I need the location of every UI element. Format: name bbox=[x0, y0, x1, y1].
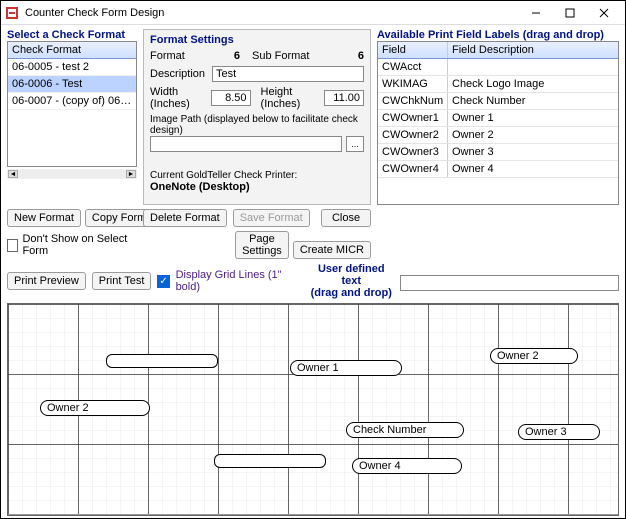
create-micr-button[interactable]: Create MICR bbox=[293, 241, 371, 259]
format-listbox[interactable]: Check Format 06-0005 - test 206-0006 - T… bbox=[7, 41, 137, 167]
dont-show-checkbox[interactable] bbox=[7, 239, 18, 252]
field-cell-name: CWOwner1 bbox=[378, 110, 448, 126]
field-table-row[interactable]: CWOwner2Owner 2 bbox=[378, 127, 618, 144]
titlebar: Counter Check Form Design bbox=[1, 1, 625, 25]
window-title: Counter Check Form Design bbox=[25, 7, 519, 19]
design-owner4[interactable]: Owner 4 bbox=[352, 458, 462, 474]
width-input[interactable] bbox=[211, 90, 251, 106]
printer-value: OneNote (Desktop) bbox=[150, 181, 364, 193]
description-label: Description bbox=[150, 68, 208, 80]
field-cell-name: CWChkNum bbox=[378, 93, 448, 109]
field-cell-desc bbox=[448, 59, 618, 75]
field-header-desc: Field Description bbox=[448, 42, 618, 58]
design-check-number[interactable]: Check Number bbox=[346, 422, 464, 438]
subformat-value: 6 bbox=[313, 50, 364, 62]
right-column: Available Print Field Labels (drag and d… bbox=[377, 29, 619, 205]
design-owner2-b[interactable]: Owner 2 bbox=[40, 400, 150, 416]
app-icon bbox=[5, 6, 19, 20]
available-fields-title: Available Print Field Labels (drag and d… bbox=[377, 29, 619, 41]
mid-column: Format Settings Format 6 Sub Format 6 De… bbox=[143, 29, 371, 205]
field-cell-desc: Owner 3 bbox=[448, 144, 618, 160]
field-cell-desc: Check Number bbox=[448, 93, 618, 109]
format-list-hscroll[interactable]: ◄ ► bbox=[7, 169, 137, 179]
format-label: Format bbox=[150, 50, 196, 62]
field-table-row[interactable]: CWOwner4Owner 4 bbox=[378, 161, 618, 178]
format-settings-title: Format Settings bbox=[150, 34, 364, 46]
lower-toolbar: Print Preview Print Test ✓ Display Grid … bbox=[7, 263, 619, 299]
field-cell-name: CWOwner4 bbox=[378, 161, 448, 177]
scroll-right-icon[interactable]: ► bbox=[126, 170, 136, 178]
field-cell-desc: Owner 4 bbox=[448, 161, 618, 177]
imagepath-input[interactable] bbox=[150, 136, 342, 152]
field-cell-desc: Check Logo Image bbox=[448, 76, 618, 92]
close-form-button[interactable]: Close bbox=[321, 209, 371, 227]
top-panels: Select a Check Format Check Format 06-00… bbox=[7, 29, 619, 205]
design-owner1[interactable]: Owner 1 bbox=[290, 360, 402, 376]
field-table[interactable]: Field Field Description CWAcctWKIMAGChec… bbox=[377, 41, 619, 205]
maximize-button[interactable] bbox=[553, 2, 587, 24]
minimize-button[interactable] bbox=[519, 2, 553, 24]
imagepath-label: Image Path (displayed below to facilitat… bbox=[150, 114, 364, 136]
field-table-row[interactable]: CWAcct bbox=[378, 59, 618, 76]
design-blank-1[interactable] bbox=[106, 354, 218, 368]
field-table-row[interactable]: CWChkNumCheck Number bbox=[378, 93, 618, 110]
close-button[interactable] bbox=[587, 2, 621, 24]
subformat-label: Sub Format bbox=[252, 50, 309, 62]
design-blank-2[interactable] bbox=[214, 454, 326, 468]
format-list-item[interactable]: 06-0006 - Test bbox=[8, 76, 136, 93]
print-preview-button[interactable]: Print Preview bbox=[7, 272, 86, 290]
display-grid-label: Display Grid Lines (1" bold) bbox=[176, 269, 299, 293]
user-defined-text-input[interactable] bbox=[400, 275, 619, 291]
printer-label: Current GoldTeller Check Printer: bbox=[150, 170, 364, 181]
print-test-button[interactable]: Print Test bbox=[92, 272, 152, 290]
height-input[interactable] bbox=[324, 90, 364, 106]
format-value: 6 bbox=[200, 50, 240, 62]
height-label: Height (Inches) bbox=[261, 86, 320, 110]
format-list-header: Check Format bbox=[8, 42, 136, 59]
app-window: Counter Check Form Design Select a Check… bbox=[0, 0, 626, 519]
dont-show-label: Don't Show on Select Form bbox=[22, 233, 137, 257]
save-format-button[interactable]: Save Format bbox=[233, 209, 310, 227]
design-owner2-a[interactable]: Owner 2 bbox=[490, 348, 578, 364]
width-label: Width (Inches) bbox=[150, 86, 207, 110]
field-table-row[interactable]: CWOwner3Owner 3 bbox=[378, 144, 618, 161]
delete-format-button[interactable]: Delete Format bbox=[143, 209, 227, 227]
field-cell-desc: Owner 1 bbox=[448, 110, 618, 126]
page-settings-button[interactable]: PageSettings bbox=[235, 231, 289, 259]
field-table-row[interactable]: WKIMAGCheck Logo Image bbox=[378, 76, 618, 93]
description-input[interactable] bbox=[212, 66, 364, 82]
format-list-item[interactable]: 06-0005 - test 2 bbox=[8, 59, 136, 76]
field-cell-name: CWOwner3 bbox=[378, 144, 448, 160]
scroll-left-icon[interactable]: ◄ bbox=[8, 170, 18, 178]
design-canvas[interactable]: Owner 1 Owner 2 Owner 2 Check Number Own… bbox=[7, 303, 619, 516]
display-grid-checkbox[interactable]: ✓ bbox=[157, 275, 169, 288]
design-owner3[interactable]: Owner 3 bbox=[518, 424, 600, 440]
field-table-header: Field Field Description bbox=[378, 42, 618, 59]
field-cell-name: CWOwner2 bbox=[378, 127, 448, 143]
field-table-row[interactable]: CWOwner1Owner 1 bbox=[378, 110, 618, 127]
field-header-field: Field bbox=[378, 42, 448, 58]
format-settings-panel: Format Settings Format 6 Sub Format 6 De… bbox=[143, 29, 371, 205]
field-cell-name: WKIMAG bbox=[378, 76, 448, 92]
field-cell-desc: Owner 2 bbox=[448, 127, 618, 143]
content-area: Select a Check Format Check Format 06-00… bbox=[1, 25, 625, 518]
left-column: Select a Check Format Check Format 06-00… bbox=[7, 29, 137, 205]
browse-button[interactable]: ... bbox=[346, 136, 364, 152]
field-cell-name: CWAcct bbox=[378, 59, 448, 75]
user-defined-text-label[interactable]: User defined text(drag and drop) bbox=[310, 263, 392, 299]
window-buttons bbox=[519, 2, 621, 24]
select-format-title: Select a Check Format bbox=[7, 29, 137, 41]
format-list-item[interactable]: 06-0007 - (copy of) 06-0006 - Test2 bbox=[8, 93, 136, 110]
new-format-button[interactable]: New Format bbox=[7, 209, 81, 227]
